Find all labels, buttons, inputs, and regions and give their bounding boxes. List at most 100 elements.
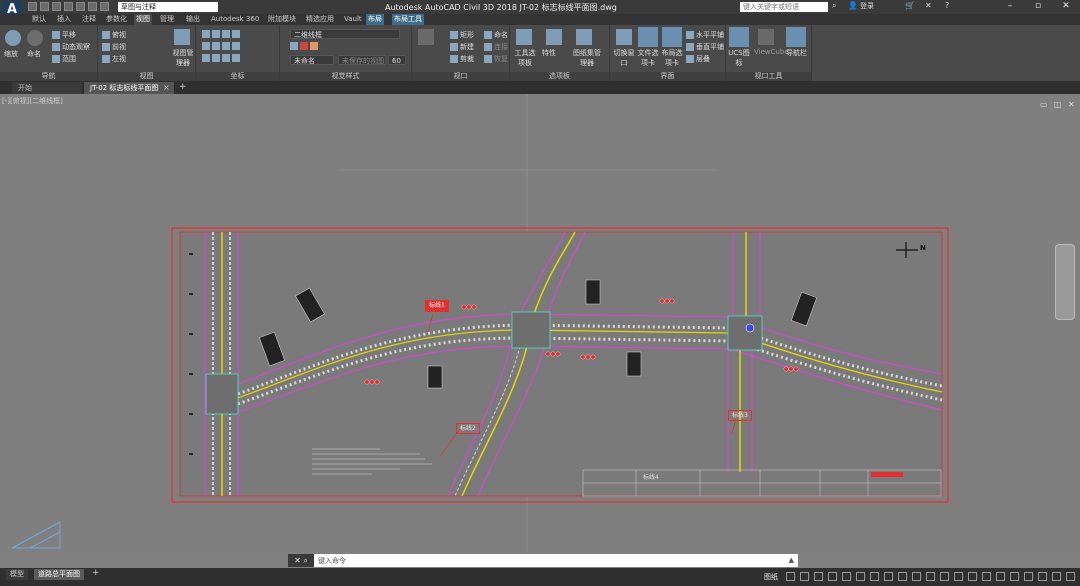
- close-tab-icon[interactable]: ×: [163, 83, 170, 92]
- lock-icon[interactable]: [954, 572, 963, 581]
- extents-button[interactable]: 范围: [52, 54, 76, 64]
- join-viewport-button[interactable]: 连接: [484, 42, 508, 52]
- tab-default[interactable]: 默认: [30, 14, 48, 25]
- user-icon[interactable]: 👤: [848, 1, 858, 10]
- maximize-icon[interactable]: ▫: [1024, 0, 1052, 14]
- new-viewport-button[interactable]: 新建: [450, 42, 474, 52]
- clip-viewport-button[interactable]: 剪裁: [450, 54, 474, 64]
- add-layout-icon[interactable]: +: [92, 568, 100, 578]
- layout-tab-model[interactable]: 模型: [6, 569, 28, 580]
- shading-buttons[interactable]: [290, 42, 320, 50]
- cart-icon[interactable]: 🛒: [905, 1, 915, 10]
- annotation-icon[interactable]: [898, 572, 907, 581]
- tab-autodesk-360[interactable]: Autodesk 360: [209, 14, 261, 25]
- tool-palettes-button[interactable]: 工具选项板: [512, 48, 538, 68]
- visual-style-dropdown[interactable]: 二维线框: [290, 29, 400, 39]
- workspace-icon[interactable]: [912, 572, 921, 581]
- menu-icon[interactable]: [1066, 572, 1075, 581]
- tile-vertical-button[interactable]: 垂直平铺: [686, 42, 724, 52]
- left-view-button[interactable]: 左视: [102, 54, 126, 64]
- viewcube-button[interactable]: ViewCube: [754, 48, 789, 56]
- tool-palettes-icon[interactable]: [516, 29, 532, 45]
- tab-drawing[interactable]: JT-02 标志标线平面图: [84, 82, 174, 94]
- tab-parametric[interactable]: 参数化: [104, 14, 129, 25]
- close-icon[interactable]: ✕: [1052, 0, 1080, 14]
- tab-annotate[interactable]: 注释: [80, 14, 98, 25]
- tab-vault[interactable]: Vault: [342, 14, 364, 25]
- paper-space-toggle[interactable]: 图纸: [764, 572, 778, 582]
- ucs-icon-icon[interactable]: [729, 27, 749, 47]
- properties-icon[interactable]: [546, 29, 562, 45]
- exchange-icon[interactable]: ✕: [925, 1, 932, 10]
- steering-wheel-icon[interactable]: [5, 30, 21, 46]
- tab-layout-tools[interactable]: 布局工具: [392, 14, 424, 25]
- navigation-bar[interactable]: [1055, 244, 1075, 320]
- layout-tabs-icon[interactable]: [662, 27, 682, 47]
- hardware-acceleration-icon[interactable]: [982, 572, 991, 581]
- ucs-origin-button[interactable]: [202, 42, 242, 50]
- switch-windows-icon[interactable]: [616, 29, 632, 45]
- file-tabs-icon[interactable]: [638, 27, 658, 47]
- command-history-icon[interactable]: ▲: [789, 556, 794, 564]
- file-tabs-button[interactable]: 文件选项卡: [636, 48, 660, 68]
- navbar-button[interactable]: 导航栏: [786, 48, 807, 58]
- open-icon[interactable]: [40, 2, 49, 11]
- login-button[interactable]: 登录: [860, 1, 874, 11]
- snap-icon[interactable]: [786, 572, 795, 581]
- tile-horizontal-button[interactable]: 水平平铺: [686, 30, 724, 40]
- switch-windows-button[interactable]: 切换窗口: [612, 48, 636, 68]
- new-icon[interactable]: [28, 2, 37, 11]
- tab-layout[interactable]: 布局: [366, 14, 384, 25]
- layer-dropdown[interactable]: 未命名: [290, 55, 334, 65]
- opacity-value[interactable]: 60: [388, 55, 406, 65]
- command-prompt[interactable]: 键入命令: [318, 556, 346, 566]
- layout-tabs-button[interactable]: 布局选项卡: [660, 48, 684, 68]
- search-input[interactable]: 键入关键字或短语: [740, 2, 828, 12]
- top-view-button[interactable]: 俯视: [102, 30, 126, 40]
- civil-icon[interactable]: [1010, 572, 1019, 581]
- geolocation-icon[interactable]: [1024, 572, 1033, 581]
- saved-view-dropdown[interactable]: 未保存的视图: [338, 55, 386, 65]
- close-canvas-icon[interactable]: ✕: [1068, 100, 1075, 109]
- minimize-icon[interactable]: –: [996, 0, 1024, 14]
- viewport-config-icon[interactable]: [418, 29, 434, 45]
- tab-insert[interactable]: 插入: [55, 14, 73, 25]
- units-icon[interactable]: [926, 572, 935, 581]
- isolate-icon[interactable]: [968, 572, 977, 581]
- drawing-canvas[interactable]: 标线1 标线2 标线3 标线4 N: [0, 94, 1080, 552]
- ucs-button[interactable]: [202, 30, 242, 38]
- viewcube-icon[interactable]: [758, 29, 774, 45]
- save-icon[interactable]: [52, 2, 61, 11]
- viewport-controls[interactable]: [-][俯视][二维线框]: [2, 96, 63, 106]
- osnap-icon[interactable]: [828, 572, 837, 581]
- otrack-icon[interactable]: [842, 572, 851, 581]
- customize-icon[interactable]: [1052, 572, 1061, 581]
- sheet-set-icon[interactable]: [576, 29, 592, 45]
- workspace-dropdown[interactable]: 草图与注释: [118, 2, 218, 12]
- rectangle-viewport-button[interactable]: 矩形: [450, 30, 474, 40]
- help-icon[interactable]: ?: [945, 1, 949, 10]
- restore-canvas-icon[interactable]: ▭: [1040, 100, 1048, 109]
- maximize-canvas-icon[interactable]: ◫: [1054, 100, 1062, 109]
- sheet-set-button[interactable]: 图纸集管理器: [570, 48, 604, 68]
- new-tab-icon[interactable]: +: [179, 82, 187, 92]
- tab-start[interactable]: 开始: [12, 82, 82, 94]
- pan-button[interactable]: 平移: [52, 30, 76, 40]
- cascade-button[interactable]: 层叠: [686, 54, 710, 64]
- ucs-axis-button[interactable]: [202, 54, 242, 62]
- transparency-icon[interactable]: [870, 572, 879, 581]
- layout-tab-road-plan[interactable]: 道路总平面图: [34, 569, 84, 580]
- command-line[interactable]: ✕ ⌕ 键入命令 ▲: [288, 554, 798, 567]
- view-manager-icon[interactable]: [174, 29, 190, 45]
- lineweight-icon[interactable]: [856, 572, 865, 581]
- zoom-icon[interactable]: [27, 30, 43, 46]
- command-close-icon[interactable]: ✕ ⌕: [288, 554, 314, 567]
- undo-icon[interactable]: [88, 2, 97, 11]
- settings-icon[interactable]: [1038, 572, 1047, 581]
- navbar-icon[interactable]: [786, 27, 806, 47]
- redo-icon[interactable]: [100, 2, 109, 11]
- selection-cycling-icon[interactable]: [884, 572, 893, 581]
- polar-icon[interactable]: [814, 572, 823, 581]
- tab-featured-apps[interactable]: 精选应用: [304, 14, 336, 25]
- ucs-icon-button[interactable]: UCS图标: [728, 48, 750, 68]
